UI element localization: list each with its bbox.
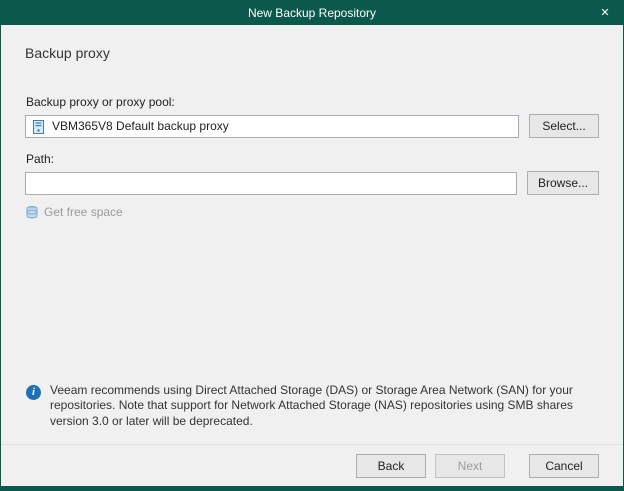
get-free-space-link[interactable]: Get free space — [26, 205, 599, 219]
dialog-footer: Back Next Cancel — [1, 444, 623, 486]
page-title: Backup proxy — [25, 45, 599, 61]
browse-button[interactable]: Browse... — [527, 171, 599, 195]
proxy-row: Select... — [25, 114, 599, 138]
content-spacer — [25, 219, 599, 383]
path-input-wrap — [25, 172, 517, 195]
info-icon: i — [26, 385, 41, 400]
back-button[interactable]: Back — [356, 454, 426, 478]
info-block: i Veeam recommends using Direct Attached… — [25, 383, 590, 430]
window-bottom-border — [1, 486, 623, 491]
info-message: Veeam recommends using Direct Attached S… — [50, 383, 590, 430]
select-button[interactable]: Select... — [529, 114, 599, 138]
path-row: Browse... — [25, 171, 599, 195]
proxy-input[interactable] — [25, 115, 519, 138]
dialog-content: Backup proxy Backup proxy or proxy pool:… — [1, 25, 623, 444]
cancel-button[interactable]: Cancel — [529, 454, 599, 478]
next-button[interactable]: Next — [435, 454, 505, 478]
path-field-label: Path: — [26, 152, 599, 166]
proxy-field-label: Backup proxy or proxy pool: — [26, 95, 599, 109]
new-backup-repository-dialog: New Backup Repository ✕ Backup proxy Bac… — [0, 0, 624, 491]
titlebar[interactable]: New Backup Repository ✕ — [1, 0, 623, 25]
window-title: New Backup Repository — [248, 6, 376, 20]
path-input[interactable] — [25, 172, 517, 195]
get-free-space-label: Get free space — [44, 205, 123, 219]
close-icon[interactable]: ✕ — [587, 0, 623, 25]
proxy-input-wrap — [25, 115, 519, 138]
database-icon — [26, 206, 38, 219]
